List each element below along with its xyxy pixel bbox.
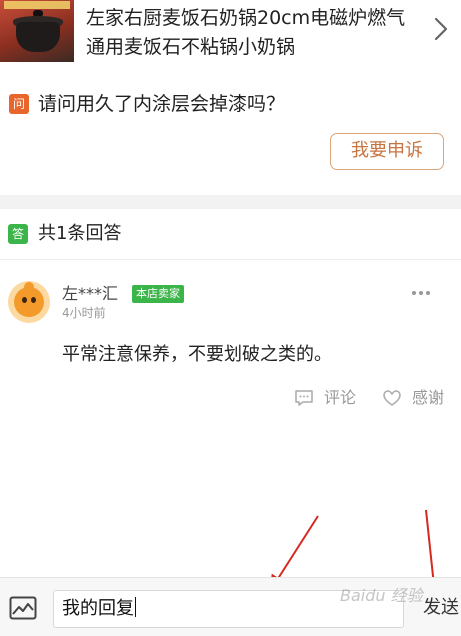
answer-text: 平常注意保养，不要划破之类的。 xyxy=(62,344,332,365)
more-dots-icon[interactable] xyxy=(411,289,431,297)
complain-button[interactable]: 我要申诉 xyxy=(330,133,444,170)
product-thumbnail[interactable] xyxy=(0,0,74,62)
reply-input-value: 我的回复 xyxy=(62,598,134,619)
product-header[interactable]: 左家右厨麦饭石奶锅20cm电磁炉燃气 通用麦饭石不粘锅小奶锅 xyxy=(0,0,461,74)
answer-count: 共1条回答 xyxy=(38,223,122,244)
product-title-line2: 通用麦饭石不粘锅小奶锅 xyxy=(86,36,296,58)
question-block: 问 请问用久了内涂层会掉漆吗？ 我要申诉 xyxy=(0,84,461,194)
section-divider xyxy=(0,195,461,209)
seller-badge: 本店卖家 xyxy=(132,285,184,303)
comment-icon xyxy=(295,390,313,406)
answers-header: 答 共1条回答 xyxy=(0,210,461,260)
thanks-icon xyxy=(383,390,401,406)
text-cursor xyxy=(135,597,136,617)
avatar[interactable] xyxy=(8,281,50,323)
question-text: 请问用久了内涂层会掉漆吗？ xyxy=(38,93,286,115)
answer-time: 4小时前 xyxy=(62,306,106,320)
chevron-right-icon[interactable] xyxy=(432,16,450,42)
watermark: Baidu 经验 xyxy=(340,586,423,605)
answer-badge: 答 xyxy=(8,224,28,244)
answer-user-name[interactable]: 左***汇 xyxy=(62,283,118,305)
image-icon[interactable] xyxy=(9,596,37,620)
send-button[interactable]: 发送 xyxy=(423,595,459,621)
thanks-label: 感谢 xyxy=(412,388,445,407)
question-badge: 问 xyxy=(9,94,29,114)
product-title[interactable]: 左家右厨麦饭石奶锅20cm电磁炉燃气 通用麦饭石不粘锅小奶锅 xyxy=(86,4,426,62)
product-title-line1: 左家右厨麦饭石奶锅20cm电磁炉燃气 xyxy=(86,7,406,29)
comment-label: 评论 xyxy=(324,388,357,407)
answer-item: 左***汇 本店卖家 4小时前 平常注意保养，不要划破之类的。 评论 感谢 xyxy=(0,262,461,422)
